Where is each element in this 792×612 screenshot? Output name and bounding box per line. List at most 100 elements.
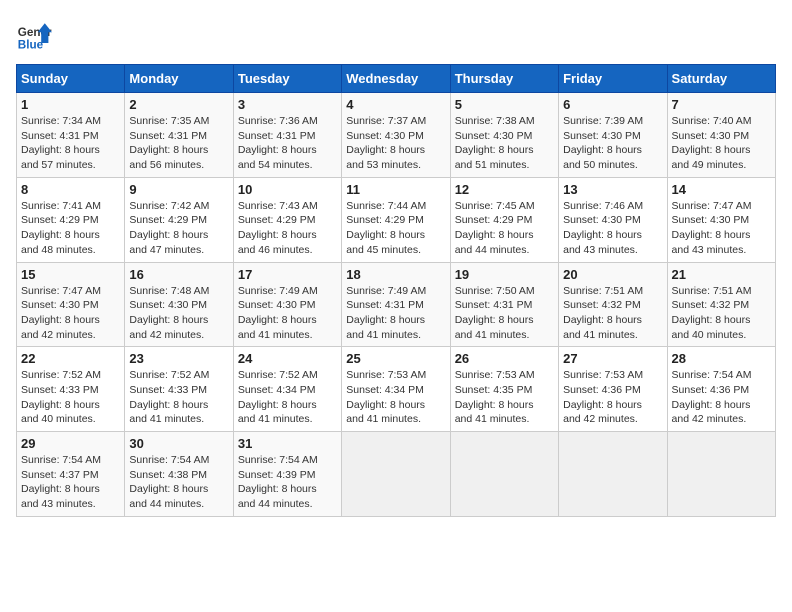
calendar-cell: 2Sunrise: 7:35 AM Sunset: 4:31 PM Daylig… xyxy=(125,93,233,178)
calendar-week-1: 1 Sunrise: 7:34 AM Sunset: 4:31 PM Daylig… xyxy=(17,93,776,178)
day-info: Sunrise: 7:54 AM Sunset: 4:39 PM Dayligh… xyxy=(238,453,337,512)
calendar-cell: 9 Sunrise: 7:42 AM Sunset: 4:29 PM Daylig… xyxy=(125,177,233,262)
day-info: Sunrise: 7:51 AM Sunset: 4:32 PM Dayligh… xyxy=(672,284,771,343)
calendar-cell: 17 Sunrise: 7:49 AM Sunset: 4:30 PM Dayli… xyxy=(233,262,341,347)
day-info: Sunrise: 7:49 AM Sunset: 4:31 PM Dayligh… xyxy=(346,284,445,343)
day-number: 18 xyxy=(346,267,445,282)
day-info: Sunrise: 7:43 AM Sunset: 4:29 PM Dayligh… xyxy=(238,199,337,258)
calendar-cell: 23 Sunrise: 7:52 AM Sunset: 4:33 PM Dayli… xyxy=(125,347,233,432)
day-number: 19 xyxy=(455,267,554,282)
day-number: 31 xyxy=(238,436,337,451)
day-number: 27 xyxy=(563,351,662,366)
day-info: Sunrise: 7:54 AM Sunset: 4:38 PM Dayligh… xyxy=(129,453,228,512)
day-number: 16 xyxy=(129,267,228,282)
day-info: Sunrise: 7:45 AM Sunset: 4:29 PM Dayligh… xyxy=(455,199,554,258)
calendar-cell: 22 Sunrise: 7:52 AM Sunset: 4:33 PM Dayli… xyxy=(17,347,125,432)
calendar-week-3: 15Sunrise: 7:47 AM Sunset: 4:30 PM Dayli… xyxy=(17,262,776,347)
calendar-cell: 16 Sunrise: 7:48 AM Sunset: 4:30 PM Dayli… xyxy=(125,262,233,347)
day-number: 15 xyxy=(21,267,120,282)
calendar-cell: 12 Sunrise: 7:45 AM Sunset: 4:29 PM Dayli… xyxy=(450,177,558,262)
day-number: 17 xyxy=(238,267,337,282)
calendar-cell: 13Sunrise: 7:46 AM Sunset: 4:30 PM Dayli… xyxy=(559,177,667,262)
col-header-wednesday: Wednesday xyxy=(342,65,450,93)
calendar-cell: 31 Sunrise: 7:54 AM Sunset: 4:39 PM Dayli… xyxy=(233,432,341,517)
logo: General Blue xyxy=(16,16,52,52)
day-number: 23 xyxy=(129,351,228,366)
calendar-cell: 7 Sunrise: 7:40 AM Sunset: 4:30 PM Daylig… xyxy=(667,93,775,178)
day-info: Sunrise: 7:49 AM Sunset: 4:30 PM Dayligh… xyxy=(238,284,337,343)
day-info: Sunrise: 7:54 AM Sunset: 4:36 PM Dayligh… xyxy=(672,368,771,427)
calendar-cell: 3 Sunrise: 7:36 AM Sunset: 4:31 PM Daylig… xyxy=(233,93,341,178)
calendar-week-2: 8 Sunrise: 7:41 AM Sunset: 4:29 PM Daylig… xyxy=(17,177,776,262)
svg-text:Blue: Blue xyxy=(18,38,44,51)
day-info: Sunrise: 7:53 AM Sunset: 4:34 PM Dayligh… xyxy=(346,368,445,427)
day-number: 28 xyxy=(672,351,771,366)
calendar-cell: 19 Sunrise: 7:50 AM Sunset: 4:31 PM Dayli… xyxy=(450,262,558,347)
col-header-sunday: Sunday xyxy=(17,65,125,93)
day-number: 29 xyxy=(21,436,120,451)
day-info: Sunrise: 7:52 AM Sunset: 4:34 PM Dayligh… xyxy=(238,368,337,427)
calendar-week-5: 29 Sunrise: 7:54 AM Sunset: 4:37 PM Dayli… xyxy=(17,432,776,517)
col-header-friday: Friday xyxy=(559,65,667,93)
day-info: Sunrise: 7:52 AM Sunset: 4:33 PM Dayligh… xyxy=(129,368,228,427)
calendar-cell: 1 Sunrise: 7:34 AM Sunset: 4:31 PM Daylig… xyxy=(17,93,125,178)
calendar-cell: 27 Sunrise: 7:53 AM Sunset: 4:36 PM Dayli… xyxy=(559,347,667,432)
calendar-cell: 26Sunrise: 7:53 AM Sunset: 4:35 PM Dayli… xyxy=(450,347,558,432)
calendar-cell: 6 Sunrise: 7:39 AM Sunset: 4:30 PM Daylig… xyxy=(559,93,667,178)
day-info: Sunrise: 7:40 AM Sunset: 4:30 PM Dayligh… xyxy=(672,114,771,173)
calendar-cell: 15Sunrise: 7:47 AM Sunset: 4:30 PM Dayli… xyxy=(17,262,125,347)
col-header-saturday: Saturday xyxy=(667,65,775,93)
day-number: 13 xyxy=(563,182,662,197)
day-number: 21 xyxy=(672,267,771,282)
day-info: Sunrise: 7:34 AM Sunset: 4:31 PM Dayligh… xyxy=(21,114,120,173)
col-header-thursday: Thursday xyxy=(450,65,558,93)
calendar-cell: 29 Sunrise: 7:54 AM Sunset: 4:37 PM Dayli… xyxy=(17,432,125,517)
calendar-table: SundayMondayTuesdayWednesdayThursdayFrid… xyxy=(16,64,776,517)
calendar-cell xyxy=(450,432,558,517)
page-header: General Blue xyxy=(16,16,776,52)
day-info: Sunrise: 7:50 AM Sunset: 4:31 PM Dayligh… xyxy=(455,284,554,343)
day-info: Sunrise: 7:35 AM Sunset: 4:31 PM Dayligh… xyxy=(129,114,228,173)
day-number: 3 xyxy=(238,97,337,112)
calendar-cell xyxy=(667,432,775,517)
day-number: 7 xyxy=(672,97,771,112)
day-number: 8 xyxy=(21,182,120,197)
day-number: 11 xyxy=(346,182,445,197)
day-number: 9 xyxy=(129,182,228,197)
calendar-cell: 21 Sunrise: 7:51 AM Sunset: 4:32 PM Dayli… xyxy=(667,262,775,347)
calendar-cell: 10 Sunrise: 7:43 AM Sunset: 4:29 PM Dayli… xyxy=(233,177,341,262)
day-info: Sunrise: 7:53 AM Sunset: 4:36 PM Dayligh… xyxy=(563,368,662,427)
calendar-cell: 18 Sunrise: 7:49 AM Sunset: 4:31 PM Dayli… xyxy=(342,262,450,347)
calendar-cell xyxy=(342,432,450,517)
day-info: Sunrise: 7:53 AM Sunset: 4:35 PM Dayligh… xyxy=(455,368,554,427)
calendar-cell: 14Sunrise: 7:47 AM Sunset: 4:30 PM Dayli… xyxy=(667,177,775,262)
day-number: 12 xyxy=(455,182,554,197)
day-number: 10 xyxy=(238,182,337,197)
day-number: 24 xyxy=(238,351,337,366)
calendar-cell xyxy=(559,432,667,517)
day-info: Sunrise: 7:42 AM Sunset: 4:29 PM Dayligh… xyxy=(129,199,228,258)
day-info: Sunrise: 7:36 AM Sunset: 4:31 PM Dayligh… xyxy=(238,114,337,173)
day-info: Sunrise: 7:41 AM Sunset: 4:29 PM Dayligh… xyxy=(21,199,120,258)
day-info: Sunrise: 7:52 AM Sunset: 4:33 PM Dayligh… xyxy=(21,368,120,427)
calendar-cell: 25Sunrise: 7:53 AM Sunset: 4:34 PM Dayli… xyxy=(342,347,450,432)
calendar-week-4: 22 Sunrise: 7:52 AM Sunset: 4:33 PM Dayli… xyxy=(17,347,776,432)
day-number: 22 xyxy=(21,351,120,366)
day-number: 1 xyxy=(21,97,120,112)
day-info: Sunrise: 7:44 AM Sunset: 4:29 PM Dayligh… xyxy=(346,199,445,258)
day-number: 6 xyxy=(563,97,662,112)
day-number: 4 xyxy=(346,97,445,112)
day-info: Sunrise: 7:54 AM Sunset: 4:37 PM Dayligh… xyxy=(21,453,120,512)
calendar-cell: 28 Sunrise: 7:54 AM Sunset: 4:36 PM Dayli… xyxy=(667,347,775,432)
day-info: Sunrise: 7:48 AM Sunset: 4:30 PM Dayligh… xyxy=(129,284,228,343)
calendar-cell: 5Sunrise: 7:38 AM Sunset: 4:30 PM Daylig… xyxy=(450,93,558,178)
calendar-cell: 20Sunrise: 7:51 AM Sunset: 4:32 PM Dayli… xyxy=(559,262,667,347)
calendar-cell: 30Sunrise: 7:54 AM Sunset: 4:38 PM Dayli… xyxy=(125,432,233,517)
calendar-cell: 8 Sunrise: 7:41 AM Sunset: 4:29 PM Daylig… xyxy=(17,177,125,262)
col-header-tuesday: Tuesday xyxy=(233,65,341,93)
day-info: Sunrise: 7:39 AM Sunset: 4:30 PM Dayligh… xyxy=(563,114,662,173)
col-header-monday: Monday xyxy=(125,65,233,93)
day-number: 20 xyxy=(563,267,662,282)
day-info: Sunrise: 7:37 AM Sunset: 4:30 PM Dayligh… xyxy=(346,114,445,173)
day-number: 5 xyxy=(455,97,554,112)
